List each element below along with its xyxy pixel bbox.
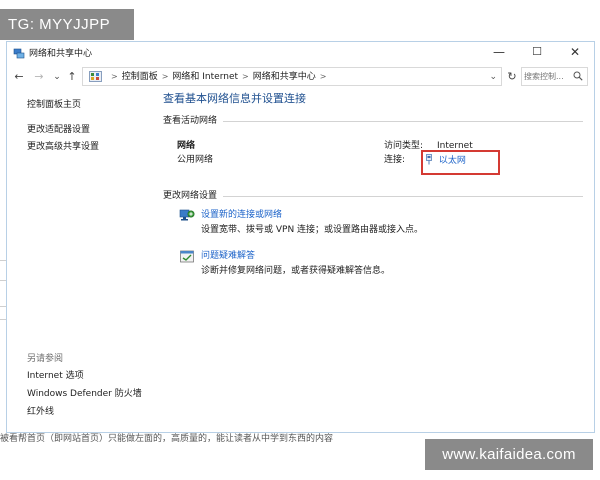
breadcrumb-network-internet[interactable]: 网络和 Internet (172, 72, 238, 82)
minimize-button[interactable]: — (480, 41, 518, 63)
network-type: 公用网络 (177, 155, 214, 165)
setup-new-connection-description: 设置宽带、拨号或 VPN 连接；或设置路由器或接入点。 (201, 225, 424, 235)
breadcrumb: > 控制面板 > 网络和 Internet > 网络和共享中心 > (107, 68, 330, 85)
active-networks-heading: 查看活动网络 (163, 116, 218, 126)
page-title: 查看基本网络信息并设置连接 (163, 92, 306, 105)
address-bar[interactable]: > 控制面板 > 网络和 Internet > 网络和共享中心 > ⌄ (82, 67, 502, 86)
breadcrumb-separator[interactable]: > (162, 72, 169, 81)
connections-label: 连接: (384, 155, 406, 165)
troubleshoot-link[interactable]: 问题疑难解答 (201, 250, 255, 262)
breadcrumb-network-sharing-center[interactable]: 网络和共享中心 (253, 72, 316, 82)
access-type-label: 访问类型: (384, 141, 424, 151)
see-also-internet-options[interactable]: Internet 选项 (27, 370, 84, 382)
title-bar[interactable]: 网络和共享中心 — ☐ ✕ (7, 42, 594, 66)
search-icon[interactable] (573, 71, 583, 81)
see-also-heading: 另请参阅 (27, 354, 64, 364)
see-also-windows-defender-firewall[interactable]: Windows Defender 防火墙 (27, 388, 142, 400)
recent-locations-button[interactable]: ⌄ (49, 69, 65, 85)
troubleshoot-description: 诊断并修复网络问题，或者获得疑难解答信息。 (201, 266, 391, 276)
watermark-top: TG: MYYJJPP (0, 9, 134, 40)
network-name: 网络 (177, 141, 196, 151)
section-divider (223, 196, 583, 197)
close-button[interactable]: ✕ (556, 41, 594, 63)
control-panel-icon (89, 71, 102, 82)
forward-button[interactable]: → (31, 69, 47, 85)
breadcrumb-separator[interactable]: > (242, 72, 249, 81)
see-also-infrared[interactable]: 红外线 (27, 406, 54, 418)
breadcrumb-separator: > (111, 72, 118, 81)
navigation-bar: ← → ⌄ ↑ > 控制面板 > 网络和 Internet > 网络和共享中心 > ⌄ ↻ (7, 66, 594, 88)
troubleshoot-icon (180, 250, 194, 263)
annotation-highlight-box (421, 150, 500, 175)
back-button[interactable]: ← (11, 69, 27, 85)
network-center-icon (13, 48, 25, 59)
sidebar-item-control-panel-home[interactable]: 控制面板主页 (27, 99, 81, 111)
up-button[interactable]: ↑ (64, 69, 80, 85)
search-box[interactable] (521, 67, 588, 86)
sidebar-item-advanced-sharing[interactable]: 更改高级共享设置 (27, 141, 99, 153)
sidebar-item-adapter-settings[interactable]: 更改适配器设置 (27, 124, 90, 136)
window-title: 网络和共享中心 (29, 49, 93, 59)
refresh-button[interactable]: ↻ (504, 68, 520, 85)
background-text: 被看帮首页（即网站首页）只能做左面的，高质量的，能让读者从中学到东西的内容 (0, 434, 334, 444)
setup-new-connection-link[interactable]: 设置新的连接或网络 (201, 209, 282, 221)
address-dropdown-icon[interactable]: ⌄ (489, 69, 497, 85)
watermark-bottom: www.kaifaidea.com (425, 439, 593, 470)
breadcrumb-separator[interactable]: > (320, 72, 327, 81)
change-settings-heading: 更改网络设置 (163, 191, 218, 201)
network-sharing-center-window: 网络和共享中心 — ☐ ✕ ← → ⌄ ↑ > 控制面板 > 网络和 Internet… (6, 41, 595, 433)
maximize-button[interactable]: ☐ (518, 41, 556, 63)
network-setup-icon (179, 209, 195, 221)
breadcrumb-control-panel[interactable]: 控制面板 (122, 72, 158, 82)
section-divider (223, 121, 583, 122)
search-input[interactable] (524, 69, 572, 84)
